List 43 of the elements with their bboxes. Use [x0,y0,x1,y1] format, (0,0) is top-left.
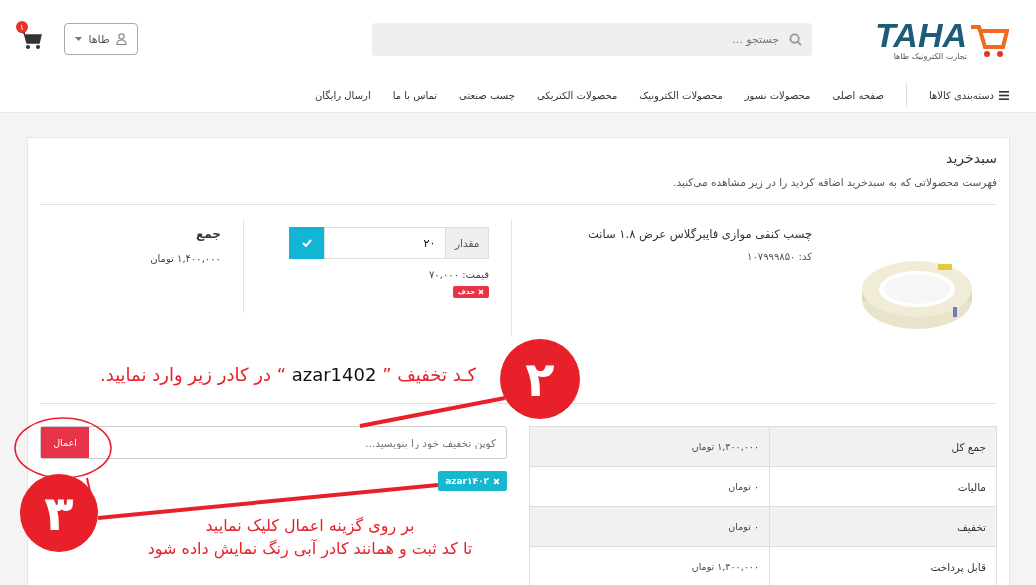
quantity-label: مقدار [445,227,489,259]
page-subtitle: فهرست محصولاتی که به سبدخرید اضافه کردید را در زیر مشاهده می‌کنید. [672,176,997,188]
coupon-input[interactable]: کوپن تخفیف خود را بنویسید... [89,427,506,458]
summary-label: مالیات [769,466,997,507]
unit-price: قیمت: ۷۰,۰۰۰ [428,269,489,280]
coupon-field[interactable]: کوپن تخفیف خود را بنویسید... اعمال [40,426,507,459]
nav-link[interactable]: چسب صنعتی [459,89,515,101]
page-title: سبدخرید [945,150,997,166]
cart-icon[interactable] [20,30,42,50]
nav-link[interactable]: محصولات الکتریکی [536,89,618,101]
summary-value: ۰ تومان [529,466,770,507]
logo-name: TAHA [875,17,967,52]
summary-label: تخفیف [769,506,997,547]
total-label: جمع [195,227,221,241]
cart-count-badge: ۱ [16,21,28,33]
close-icon [493,477,500,485]
summary-label: قابل پرداخت [769,546,997,585]
nav-link[interactable]: صفحه اصلی [832,89,884,101]
logo-tagline: تجارت الکترونیک طاها [893,51,967,61]
total-value: ۱,۴۰۰,۰۰۰ تومان [149,253,221,264]
nav-link[interactable]: محصولات نسوز [744,89,811,101]
summary-value: ۰ تومان [529,506,770,547]
product-name[interactable]: چسب کنفی موازی فایبرگلاس عرض ۱.۸ سانت [512,227,812,241]
search-input[interactable]: جستجو ... [382,31,781,47]
menu-icon [999,90,1009,100]
caret-icon [75,37,83,41]
check-icon [301,239,312,247]
close-icon [478,289,484,295]
apply-button[interactable]: اعمال [41,427,89,458]
search-field[interactable]: جستجو ... [372,22,812,56]
user-menu-button[interactable]: طاها [64,23,138,55]
product-code: کد: ۱۰۷۹۹۹۸۵۰ [746,251,812,262]
categories-menu[interactable]: دسته‌بندی کالاها [905,83,1009,107]
quantity-field[interactable]: ۲۰ [324,227,446,259]
search-icon [789,32,802,46]
user-icon [115,33,127,45]
instruction-text: بر روی گزینه اعمال کلیک نمایید [204,516,416,535]
summary-label: جمع کل [769,426,997,467]
nav-link[interactable]: ارسال رایگان [314,89,371,101]
nav-link[interactable]: محصولات الکترونیک [639,89,723,101]
summary-value: ۱,۴۰۰,۰۰۰ تومان [529,426,770,467]
nav-link[interactable]: تماس با ما [392,89,438,101]
instruction-text: تا کد ثبت و همانند کادر آبی رنگ نمایش داده شود [146,539,474,558]
